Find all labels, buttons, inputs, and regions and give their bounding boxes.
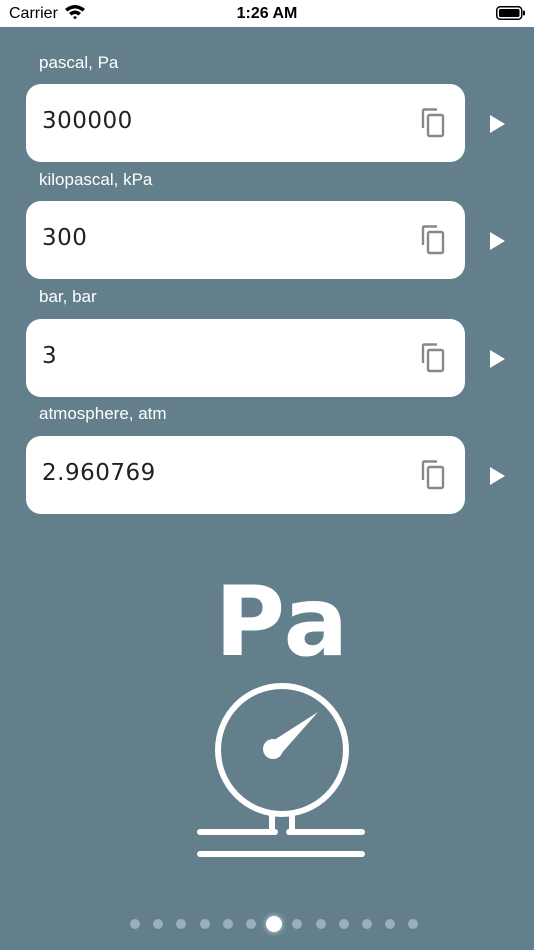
field-label-pascal: pascal, Pa	[39, 53, 119, 72]
copy-icon[interactable]	[419, 343, 447, 373]
field-value[interactable]: 300000	[42, 108, 133, 134]
page-dot[interactable]	[292, 919, 303, 929]
unit-symbol: Pa	[214, 566, 350, 678]
page-dot-active[interactable]	[266, 916, 283, 932]
bar-input[interactable]: 3	[26, 319, 465, 397]
page-dot[interactable]	[315, 919, 326, 929]
copy-icon[interactable]	[419, 225, 447, 255]
page-dot[interactable]	[362, 919, 372, 929]
pressure-gauge-icon	[196, 676, 368, 864]
play-arrow-icon[interactable]	[487, 464, 509, 488]
page-dot[interactable]	[408, 919, 419, 929]
status-bar: Carrier 1:26 AM	[0, 0, 534, 27]
play-arrow-icon[interactable]	[487, 112, 509, 136]
copy-icon[interactable]	[419, 460, 447, 490]
play-arrow-icon[interactable]	[487, 229, 509, 253]
page-dot[interactable]	[246, 919, 256, 929]
kilopascal-input[interactable]: 300	[26, 201, 465, 279]
page-dot[interactable]	[338, 919, 349, 929]
field-label-atmosphere: atmosphere, atm	[39, 404, 167, 423]
field-value[interactable]: 300	[42, 225, 87, 251]
page-dot[interactable]	[222, 919, 233, 929]
atmosphere-input[interactable]: 2.960769	[26, 436, 465, 514]
field-value[interactable]: 2.960769	[42, 460, 156, 486]
play-arrow-icon[interactable]	[487, 347, 509, 371]
page-dot[interactable]	[199, 919, 210, 929]
page-dot[interactable]	[153, 919, 164, 929]
page-dot[interactable]	[130, 919, 140, 929]
field-label-kilopascal: kilopascal, kPa	[39, 170, 153, 189]
page-control[interactable]	[0, 912, 534, 936]
page-dot[interactable]	[176, 919, 187, 929]
field-value[interactable]: 3	[42, 343, 57, 369]
field-label-bar: bar, bar	[39, 287, 97, 306]
battery-icon	[496, 5, 526, 21]
copy-icon[interactable]	[419, 108, 447, 138]
status-time: 1:26 AM	[236, 5, 298, 22]
page-dot[interactable]	[385, 919, 396, 929]
pascal-input[interactable]: 300000	[26, 84, 465, 162]
